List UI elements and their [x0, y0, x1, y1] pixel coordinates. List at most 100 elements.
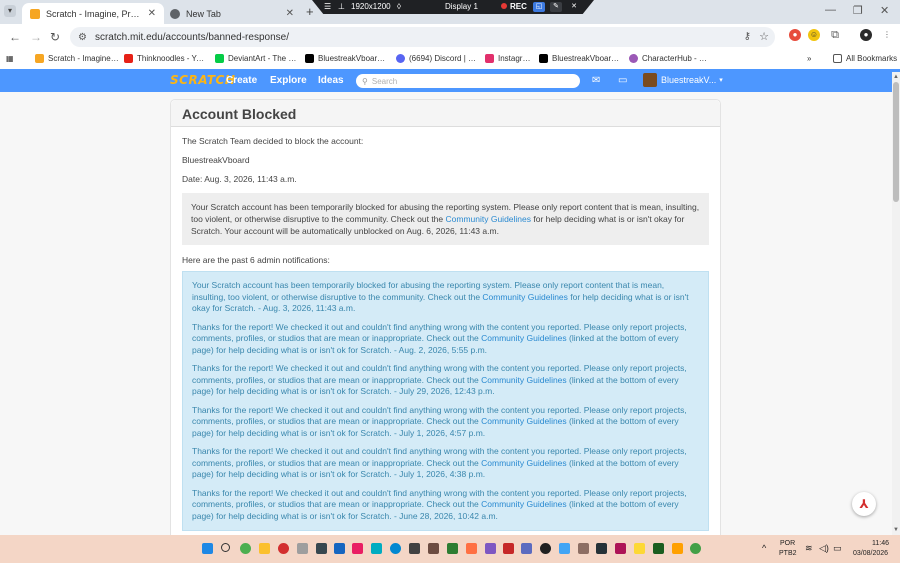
account-blocked-card: Account Blocked The Scratch Team decided… [170, 99, 721, 535]
bookmark-characterhub[interactable]: CharacterHub - Sha... [629, 54, 709, 63]
new-tab-plus-icon[interactable]: + [306, 4, 314, 19]
user-menu[interactable]: BluestreakV... ▾ [643, 73, 723, 87]
url-text[interactable]: scratch.mit.edu/accounts/banned-response… [95, 32, 289, 43]
extensions-puzzle-icon[interactable]: ⧉ [829, 29, 841, 41]
pen-icon[interactable]: ✎ [550, 2, 562, 12]
maximize-icon[interactable]: ❐ [853, 4, 863, 17]
community-guidelines-link[interactable]: Community Guidelines [482, 292, 568, 302]
app-lightblue-icon[interactable] [559, 543, 570, 554]
app-slate-icon[interactable] [596, 543, 607, 554]
edge-icon[interactable] [390, 543, 401, 554]
community-guidelines-link[interactable]: Community Guidelines [481, 375, 567, 385]
app-chrome2-icon[interactable] [690, 543, 701, 554]
back-icon[interactable]: ← [9, 30, 21, 44]
messages-envelope-icon[interactable]: ✉ [592, 75, 600, 86]
scroll-down-icon[interactable]: ▼ [892, 527, 900, 533]
reload-icon[interactable]: ↻ [50, 30, 60, 44]
block-message: Your Scratch account has been temporaril… [182, 193, 709, 245]
wifi-icon[interactable]: ≋ [805, 543, 813, 554]
scroll-up-icon[interactable]: ▲ [892, 74, 900, 80]
app-black-icon[interactable] [409, 543, 420, 554]
tab-new-tab[interactable]: New Tab ✕ [162, 3, 302, 24]
search-icon[interactable] [221, 543, 230, 552]
app-tan-icon[interactable] [578, 543, 589, 554]
bookmark-scratch[interactable]: Scratch - Imagine, P... [35, 54, 119, 63]
app-darkred-icon[interactable] [503, 543, 514, 554]
app-indigo-icon[interactable] [521, 543, 532, 554]
keyboard-layout[interactable]: PTB2 [779, 550, 797, 557]
recording-display[interactable]: Display 1 [445, 2, 478, 11]
bookmark-x-1[interactable]: BluestreakVboard (... [305, 54, 386, 63]
monitor-icon[interactable]: ◱ [533, 2, 545, 12]
volume-icon[interactable]: ◁) [819, 543, 829, 554]
close-recorder-icon[interactable]: ✕ [568, 2, 580, 12]
forward-icon[interactable]: → [30, 30, 42, 44]
app-magenta-icon[interactable] [615, 543, 626, 554]
pdf-icon[interactable]: ⅄ [852, 492, 876, 516]
profile-avatar[interactable]: ● [860, 29, 872, 41]
community-guidelines-link[interactable]: Community Guidelines [481, 458, 567, 468]
app-cyan-icon[interactable] [371, 543, 382, 554]
password-key-icon[interactable]: ⚷ [744, 31, 751, 42]
community-guidelines-link[interactable]: Community Guidelines [481, 416, 567, 426]
tray-chevron-icon[interactable]: ^ [762, 543, 766, 553]
search-input[interactable] [371, 76, 562, 86]
chrome-icon[interactable] [240, 543, 251, 554]
battery-icon[interactable]: ▭ [833, 543, 842, 554]
apps-grid-icon[interactable]: ▦ [6, 54, 14, 63]
app-green-icon[interactable] [447, 543, 458, 554]
site-settings-icon[interactable]: ⚙ [78, 32, 87, 43]
scrollbar-thumb[interactable] [893, 82, 899, 202]
bookmark-deviantart[interactable]: DeviantArt - The Lar... [215, 54, 298, 63]
page-scrollbar[interactable]: ▲ ▼ [892, 72, 900, 535]
browser-menu-icon[interactable]: ⋮ [881, 29, 893, 41]
bookmark-youtube[interactable]: Thinknoodles - You... [124, 54, 206, 63]
app-pink-icon[interactable] [352, 543, 363, 554]
list-item: Thanks for the report! We checked it out… [192, 405, 699, 440]
bookmark-discord[interactable]: (6694) Discord | Frie... [396, 54, 478, 63]
app-blue-icon[interactable] [334, 543, 345, 554]
list-item: Thanks for the report! We checked it out… [192, 363, 699, 398]
tab-scratch[interactable]: Scratch - Imagine, Program, Sha ✕ [22, 3, 164, 24]
app-amber-icon[interactable] [672, 543, 683, 554]
scratch-search: ⚲ [356, 74, 580, 88]
app-orange-icon[interactable] [466, 543, 477, 554]
nav-create[interactable]: Create [226, 75, 257, 86]
app-darkgreen-icon[interactable] [653, 543, 664, 554]
app-yellow-icon[interactable] [634, 543, 645, 554]
clock-date[interactable]: 03/08/2026 [853, 550, 888, 557]
bookmark-star-icon[interactable]: ☆ [759, 30, 769, 43]
app-purple-icon[interactable] [485, 543, 496, 554]
bookmark-x-2[interactable]: BluestreakVboard (... [539, 54, 621, 63]
app-brown-icon[interactable] [428, 543, 439, 554]
language-code[interactable]: POR [780, 540, 795, 547]
app-red-icon[interactable] [278, 543, 289, 554]
close-tab-icon[interactable]: ✕ [286, 8, 294, 19]
close-window-icon[interactable]: ✕ [880, 4, 889, 17]
windows-start-icon[interactable] [202, 543, 213, 554]
pin-icon[interactable]: ⊥ [338, 2, 345, 11]
community-guidelines-link[interactable]: Community Guidelines [481, 499, 567, 509]
search-icon: ⚲ [362, 76, 368, 86]
close-tab-icon[interactable]: ✕ [148, 8, 156, 19]
bookmarks-overflow-icon[interactable]: » [807, 54, 811, 63]
emoji-extension-icon[interactable]: ☺ [808, 29, 820, 41]
app-dark-icon[interactable] [316, 543, 327, 554]
file-explorer-icon[interactable] [259, 543, 270, 554]
nav-explore[interactable]: Explore [270, 75, 307, 86]
rec-button[interactable]: REC [501, 2, 527, 11]
nav-ideas[interactable]: Ideas [318, 75, 344, 86]
community-guidelines-link[interactable]: Community Guidelines [446, 214, 532, 224]
minimize-icon[interactable]: — [825, 4, 836, 16]
app-circle-icon[interactable] [540, 543, 551, 554]
bookmark-instagram[interactable]: Instagram [485, 54, 533, 63]
address-bar[interactable]: ⚙ scratch.mit.edu/accounts/banned-respon… [70, 27, 775, 47]
app-gray-icon[interactable] [297, 543, 308, 554]
menu-icon[interactable]: ☰ [324, 2, 331, 11]
all-bookmarks-folder[interactable]: All Bookmarks [833, 54, 897, 63]
my-stuff-folder-icon[interactable]: ▭ [618, 75, 627, 86]
tab-search-icon[interactable]: ▾ [4, 5, 16, 17]
clock-time[interactable]: 11:46 [872, 540, 889, 547]
community-guidelines-link[interactable]: Community Guidelines [481, 333, 567, 343]
extension-badge-icon[interactable]: ● [789, 29, 801, 41]
